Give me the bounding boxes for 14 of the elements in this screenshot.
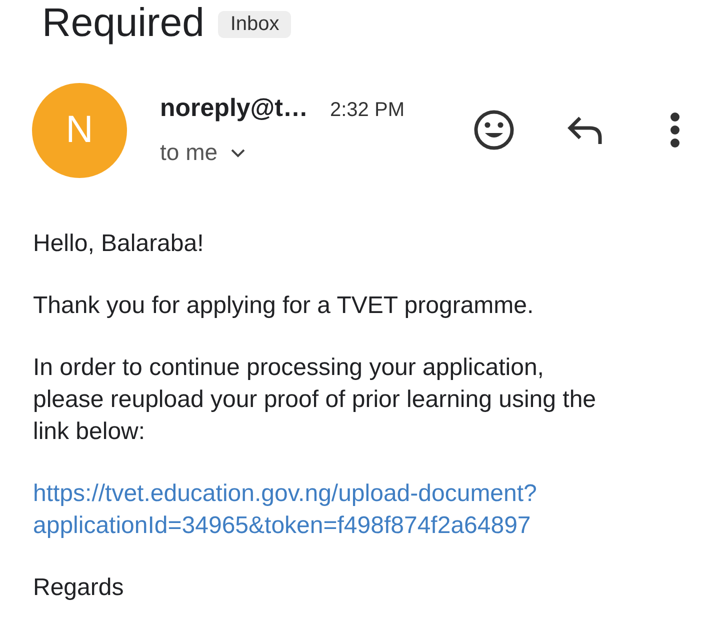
message-time: 2:32 PM <box>330 99 404 122</box>
emoji-icon[interactable] <box>472 108 516 152</box>
body-paragraph: Thank you for applying for a TVET programme. <box>33 291 535 321</box>
body-paragraph: Hello, Balaraba! <box>33 229 205 259</box>
upload-link[interactable]: https://tvet.education.gov.ng/upload-document? applicationId=34965&token=f498f874f2a64897 <box>33 478 687 542</box>
chevron-down-icon <box>230 148 246 158</box>
reply-icon[interactable] <box>566 114 604 146</box>
sender-name: noreply@t… <box>160 94 308 123</box>
email-subject: Required <box>42 0 204 46</box>
body-paragraph: In order to continue processing your application, please reupload your proof of prior learning using the link below: <box>33 353 598 447</box>
more-options-icon[interactable] <box>670 112 680 148</box>
body-paragraph: Regards <box>33 573 125 603</box>
recipient-toggle[interactable]: to me <box>160 139 246 166</box>
inbox-label: Inbox <box>218 11 292 38</box>
